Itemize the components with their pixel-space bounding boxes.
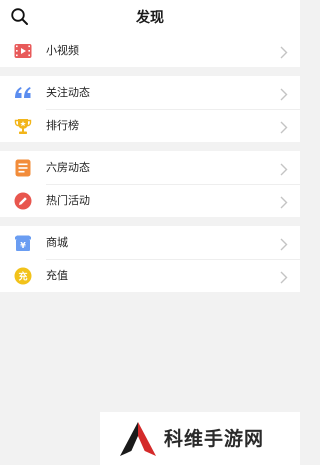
list-icon xyxy=(14,159,32,177)
menu-item-label: 热门活动 xyxy=(46,194,90,207)
trophy-icon xyxy=(14,117,32,135)
chevron-right-icon xyxy=(280,236,288,251)
chevron-right-icon xyxy=(280,86,288,101)
menu-item-label: 排行榜 xyxy=(46,119,79,132)
menu-group-shop: ¥ 商城 充 充值 xyxy=(0,226,300,292)
shop-icon: ¥ xyxy=(14,234,32,252)
menu-item-short-video[interactable]: 小视频 xyxy=(0,34,300,67)
menu-item-following-feed[interactable]: 关注动态 xyxy=(0,76,300,109)
quote-icon xyxy=(14,84,32,102)
menu-item-store[interactable]: ¥ 商城 xyxy=(0,226,300,259)
watermark-text: 科维手游网 xyxy=(164,428,265,450)
chevron-right-icon xyxy=(280,44,288,59)
top-bar: 发现 xyxy=(0,0,300,34)
menu-item-label: 六房动态 xyxy=(46,161,90,174)
menu-item-leaderboard[interactable]: 排行榜 xyxy=(0,109,300,142)
menu-item-house-news[interactable]: 六房动态 xyxy=(0,151,300,184)
menu-item-label: 商城 xyxy=(46,236,68,249)
chevron-right-icon xyxy=(280,119,288,134)
coin-icon: 充 xyxy=(14,267,32,285)
menu-group-video: 小视频 xyxy=(0,34,300,67)
menu-item-label: 充值 xyxy=(46,269,68,282)
menu-item-label: 小视频 xyxy=(46,44,79,57)
chevron-right-icon xyxy=(280,194,288,209)
video-icon xyxy=(14,42,32,60)
menu-item-label: 关注动态 xyxy=(46,86,90,99)
svg-text:¥: ¥ xyxy=(20,241,26,250)
menu-group-social: 关注动态 排行榜 xyxy=(0,76,300,142)
page-title: 发现 xyxy=(136,10,164,26)
chevron-right-icon xyxy=(280,269,288,284)
chevron-right-icon xyxy=(280,161,288,176)
watermark: 科维手游网 xyxy=(100,412,300,465)
pencil-icon xyxy=(14,192,32,210)
menu-item-recharge[interactable]: 充 充值 xyxy=(0,259,300,292)
menu-group-activity: 六房动态 热门活动 xyxy=(0,151,300,217)
svg-text:充: 充 xyxy=(18,271,27,283)
menu-item-hot-events[interactable]: 热门活动 xyxy=(0,184,300,217)
watermark-logo-icon xyxy=(118,420,158,464)
